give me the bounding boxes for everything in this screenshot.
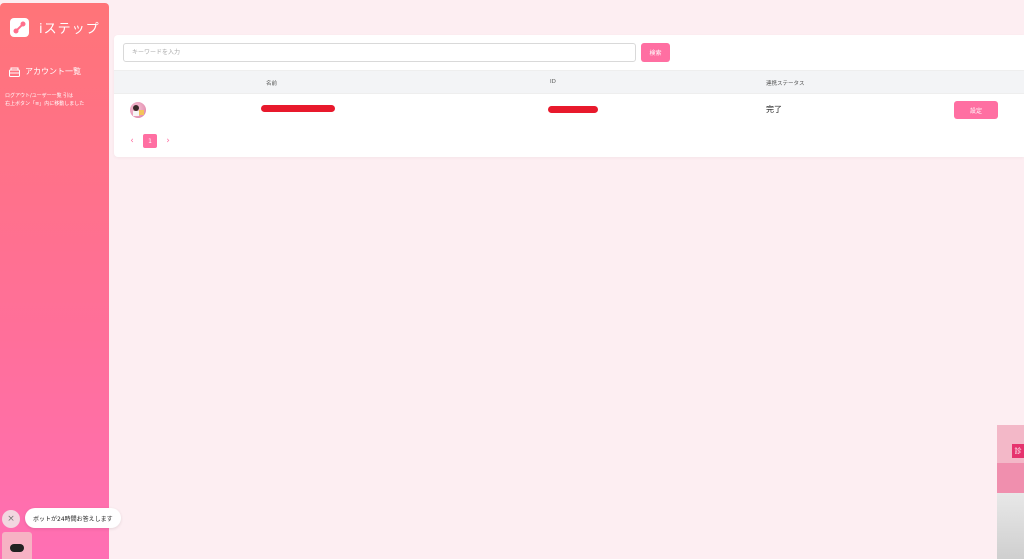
page-number-current[interactable]: 1 [143, 134, 157, 148]
close-icon[interactable]: × [2, 510, 20, 528]
column-header-name: 名前 [266, 81, 278, 87]
redacted-id [548, 106, 598, 113]
sidebar-item-accounts[interactable]: アカウント一覧 [9, 66, 81, 77]
column-header-status: 連携ステータス [766, 81, 805, 87]
status-text: 完了 [766, 105, 782, 114]
settings-button[interactable]: 設定 [954, 101, 998, 119]
banner-tag: 診 [1012, 444, 1024, 458]
notice-line: ログアウト/ユーザー一覧 引は [5, 93, 74, 99]
banner-image [997, 493, 1024, 559]
side-banner[interactable]: 診 [997, 425, 1024, 559]
chat-prompt[interactable]: ボットが24時間お答えします [25, 508, 121, 528]
accounts-card: 検索 名前 ID 連携ステータス 完了 設定 ‹ 1 › [114, 35, 1024, 157]
search-input[interactable] [123, 43, 636, 62]
column-header-id: ID [550, 79, 556, 85]
logo[interactable]: iステップ [10, 18, 100, 37]
sidebar-item-label: アカウント一覧 [25, 67, 81, 76]
notice-line: 右上ボタン「≡」内に移動しました [5, 101, 85, 107]
banner-image [997, 463, 1024, 493]
chevron-right-icon[interactable]: › [162, 136, 174, 146]
chat-icon [10, 544, 24, 552]
redacted-name [261, 105, 335, 112]
table-row: 完了 設定 [114, 94, 1024, 124]
search-button[interactable]: 検索 [641, 43, 670, 62]
avatar [130, 102, 146, 118]
chevron-left-icon[interactable]: ‹ [126, 136, 138, 146]
pagination: ‹ 1 › [126, 134, 174, 148]
logo-icon [10, 18, 29, 37]
table-header: 名前 ID 連携ステータス [114, 70, 1024, 94]
app-title: iステップ [39, 22, 100, 37]
inbox-icon [9, 67, 20, 77]
sidebar: iステップ アカウント一覧 ログアウト/ユーザー一覧 引は 右上ボタン「≡」内に… [0, 3, 109, 559]
chat-launcher-button[interactable] [2, 532, 32, 559]
sidebar-notice: ログアウト/ユーザー一覧 引は 右上ボタン「≡」内に移動しました [5, 92, 105, 108]
